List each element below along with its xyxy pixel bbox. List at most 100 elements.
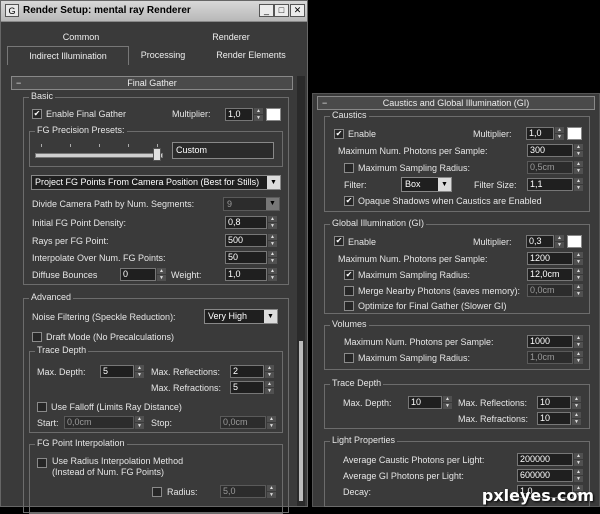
stop-label: Stop: — [151, 418, 173, 428]
tab-renderer[interactable]: Renderer — [161, 28, 301, 47]
enable-final-gather-checkbox[interactable]: ✔ — [32, 109, 42, 119]
radius-interpolation-sublabel: (Instead of Num. FG Points) — [52, 467, 165, 477]
caustics-enable-checkbox[interactable]: ✔ — [334, 129, 344, 139]
opaque-shadows-label: Opaque Shadows when Caustics are Enabled — [358, 196, 542, 206]
gi-photons-per-light-label: Average GI Photons per Light: — [343, 471, 464, 481]
opaque-shadows-checkbox[interactable]: ✔ — [344, 196, 354, 206]
interpolate-fg-points-label: Interpolate Over Num. FG Points: — [32, 253, 166, 263]
group-title: Light Properties — [330, 435, 398, 445]
caustic-photons-per-light-spinner[interactable]: 200000 ▲ ▼ — [517, 453, 583, 466]
weight-label: Weight: — [171, 270, 202, 280]
max-reflections-spinner[interactable]: 2 ▲ ▼ — [230, 365, 274, 378]
gi-max-refractions-label: Max. Refractions: — [458, 414, 529, 424]
rays-per-fg-point-spinner[interactable]: 500 ▲ ▼ — [225, 234, 277, 247]
optimize-fg-label: Optimize for Final Gather (Slower GI) — [358, 301, 507, 311]
caustics-enable-label: Enable — [348, 129, 377, 139]
caustics-photons-spinner[interactable]: 300 ▲ ▼ — [527, 144, 583, 157]
group-title: Basic — [29, 91, 56, 101]
use-falloff-checkbox[interactable] — [37, 402, 47, 412]
preset-display: Custom — [172, 142, 274, 159]
final-gather-rollout-header[interactable]: − Final Gather — [11, 76, 293, 90]
radius-label: Radius: — [167, 487, 198, 497]
radius-interpolation-label: Use Radius Interpolation Method — [52, 456, 184, 466]
max-reflections-label: Max. Reflections: — [151, 367, 221, 377]
noise-filtering-dropdown[interactable]: Very High ▼ — [204, 309, 278, 324]
close-icon[interactable]: ✕ — [290, 4, 305, 17]
group-title: FG Precision Presets: — [35, 125, 127, 135]
gi-radius-checkbox[interactable]: ✔ — [344, 270, 354, 280]
gi-enable-label: Enable — [348, 237, 377, 247]
weight-spinner[interactable]: 1,0 ▲ ▼ — [225, 268, 277, 281]
diffuse-bounces-spinner[interactable]: 0 ▲ ▼ — [120, 268, 166, 281]
volumes-radius-checkbox[interactable] — [344, 353, 354, 363]
presets-slider-track[interactable] — [35, 153, 163, 158]
gi-color-swatch[interactable] — [567, 235, 582, 248]
radius-interpolation-checkbox[interactable] — [37, 458, 47, 468]
max-depth-spinner[interactable]: 5 ▲ ▼ — [100, 365, 144, 378]
initial-fg-density-label: Initial FG Point Density: — [32, 218, 127, 228]
gi-photons-label: Maximum Num. Photons per Sample: — [338, 254, 488, 264]
falloff-stop-spinner[interactable]: 0,0cm ▲ ▼ — [220, 416, 276, 429]
volumes-photons-spinner[interactable]: 1000 ▲ ▼ — [527, 335, 583, 348]
radius-spinner[interactable]: 5,0 ▲ ▼ — [220, 485, 276, 498]
fg-point-interpolation-group: FG Point Interpolation — [29, 438, 283, 514]
tab-render-elements[interactable]: Render Elements — [199, 46, 303, 65]
color-swatch[interactable] — [266, 108, 281, 121]
interpolate-fg-points-spinner[interactable]: 50 ▲ ▼ — [225, 251, 277, 264]
radius-checkbox[interactable] — [152, 487, 162, 497]
multiplier-label: Multiplier: — [172, 109, 211, 119]
decay-label: Decay: — [343, 487, 372, 497]
optimize-fg-checkbox[interactable] — [344, 301, 354, 311]
gi-photons-spinner[interactable]: 1200 ▲ ▼ — [527, 252, 583, 265]
caustics-filter-size-spinner[interactable]: 1,1 ▲ ▼ — [527, 178, 583, 191]
merge-photons-label: Merge Nearby Photons (saves memory): — [358, 286, 521, 296]
merge-photons-spinner[interactable]: 0,0cm ▲ ▼ — [527, 284, 583, 297]
caustics-radius-spinner[interactable]: 0,5cm ▲ ▼ — [527, 161, 583, 174]
title-bar[interactable]: G Render Setup: mental ray Renderer _ □ … — [1, 1, 307, 22]
draft-mode-checkbox[interactable] — [32, 332, 42, 342]
caustics-radius-label: Maximum Sampling Radius: — [358, 163, 471, 173]
divide-segments-dropdown[interactable]: 9 ▼ — [223, 197, 280, 211]
rollout-title: Final Gather — [127, 78, 177, 88]
gi-max-refractions-spinner[interactable]: 10 ▲ ▼ — [537, 412, 581, 425]
group-title: Global Illumination (GI) — [330, 218, 427, 228]
slider-tick — [41, 144, 42, 147]
gi-multiplier-spinner[interactable]: 0,3 ▲ ▼ — [526, 235, 564, 248]
presets-slider-thumb[interactable] — [153, 148, 161, 161]
caustics-radius-checkbox[interactable] — [344, 163, 354, 173]
caustics-gi-rollout-header[interactable]: − Caustics and Global Illumination (GI) — [317, 96, 595, 110]
group-title: Caustics — [330, 110, 369, 120]
diffuse-bounces-label: Diffuse Bounces — [32, 270, 98, 280]
gi-photons-per-light-spinner[interactable]: 600000 ▲ ▼ — [517, 469, 583, 482]
caustics-gi-panel: − Caustics and Global Illumination (GI) … — [312, 93, 600, 507]
caustic-photons-per-light-label: Average Caustic Photons per Light: — [343, 455, 485, 465]
gi-max-depth-spinner[interactable]: 10 ▲ ▼ — [408, 396, 452, 409]
noise-filtering-label: Noise Filtering (Speckle Reduction): — [32, 312, 176, 322]
gi-enable-checkbox[interactable]: ✔ — [334, 236, 344, 246]
gi-radius-spinner[interactable]: 12,0cm ▲ ▼ — [527, 268, 583, 281]
group-title: Trace Depth — [35, 345, 89, 355]
rollout-title: Caustics and Global Illumination (GI) — [382, 98, 530, 108]
max-refractions-spinner[interactable]: 5 ▲ ▼ — [230, 381, 274, 394]
caustics-filter-dropdown[interactable]: Box ▼ — [401, 177, 452, 192]
maximize-icon[interactable]: □ — [274, 4, 289, 17]
max-depth-label: Max. Depth: — [37, 367, 86, 377]
merge-photons-checkbox[interactable] — [344, 286, 354, 296]
caustics-multiplier-spinner[interactable]: 1,0 ▲ ▼ — [526, 127, 564, 140]
falloff-start-spinner[interactable]: 0,0cm ▲ ▼ — [64, 416, 144, 429]
tab-indirect-illumination[interactable]: Indirect Illumination — [7, 46, 129, 65]
fg-projection-mode-dropdown[interactable]: Project FG Points From Camera Position (… — [31, 175, 281, 190]
window-title: Render Setup: mental ray Renderer — [23, 5, 191, 16]
multiplier-spinner[interactable]: 1,0 ▲ ▼ — [225, 108, 263, 121]
panel-scrollbar-thumb[interactable] — [299, 341, 303, 501]
gi-max-reflections-spinner[interactable]: 10 ▲ ▼ — [537, 396, 581, 409]
volumes-radius-spinner[interactable]: 1,0cm ▲ ▼ — [527, 351, 583, 364]
caustics-color-swatch[interactable] — [567, 127, 582, 140]
chevron-down-icon: ▼ — [264, 310, 277, 323]
minimize-icon[interactable]: _ — [259, 4, 274, 17]
initial-fg-density-spinner[interactable]: 0,8 ▲ ▼ — [225, 216, 277, 229]
tab-common[interactable]: Common — [11, 28, 151, 47]
draft-mode-label: Draft Mode (No Precalculations) — [46, 332, 175, 342]
volumes-radius-label: Maximum Sampling Radius: — [358, 353, 471, 363]
tab-processing[interactable]: Processing — [131, 46, 195, 65]
